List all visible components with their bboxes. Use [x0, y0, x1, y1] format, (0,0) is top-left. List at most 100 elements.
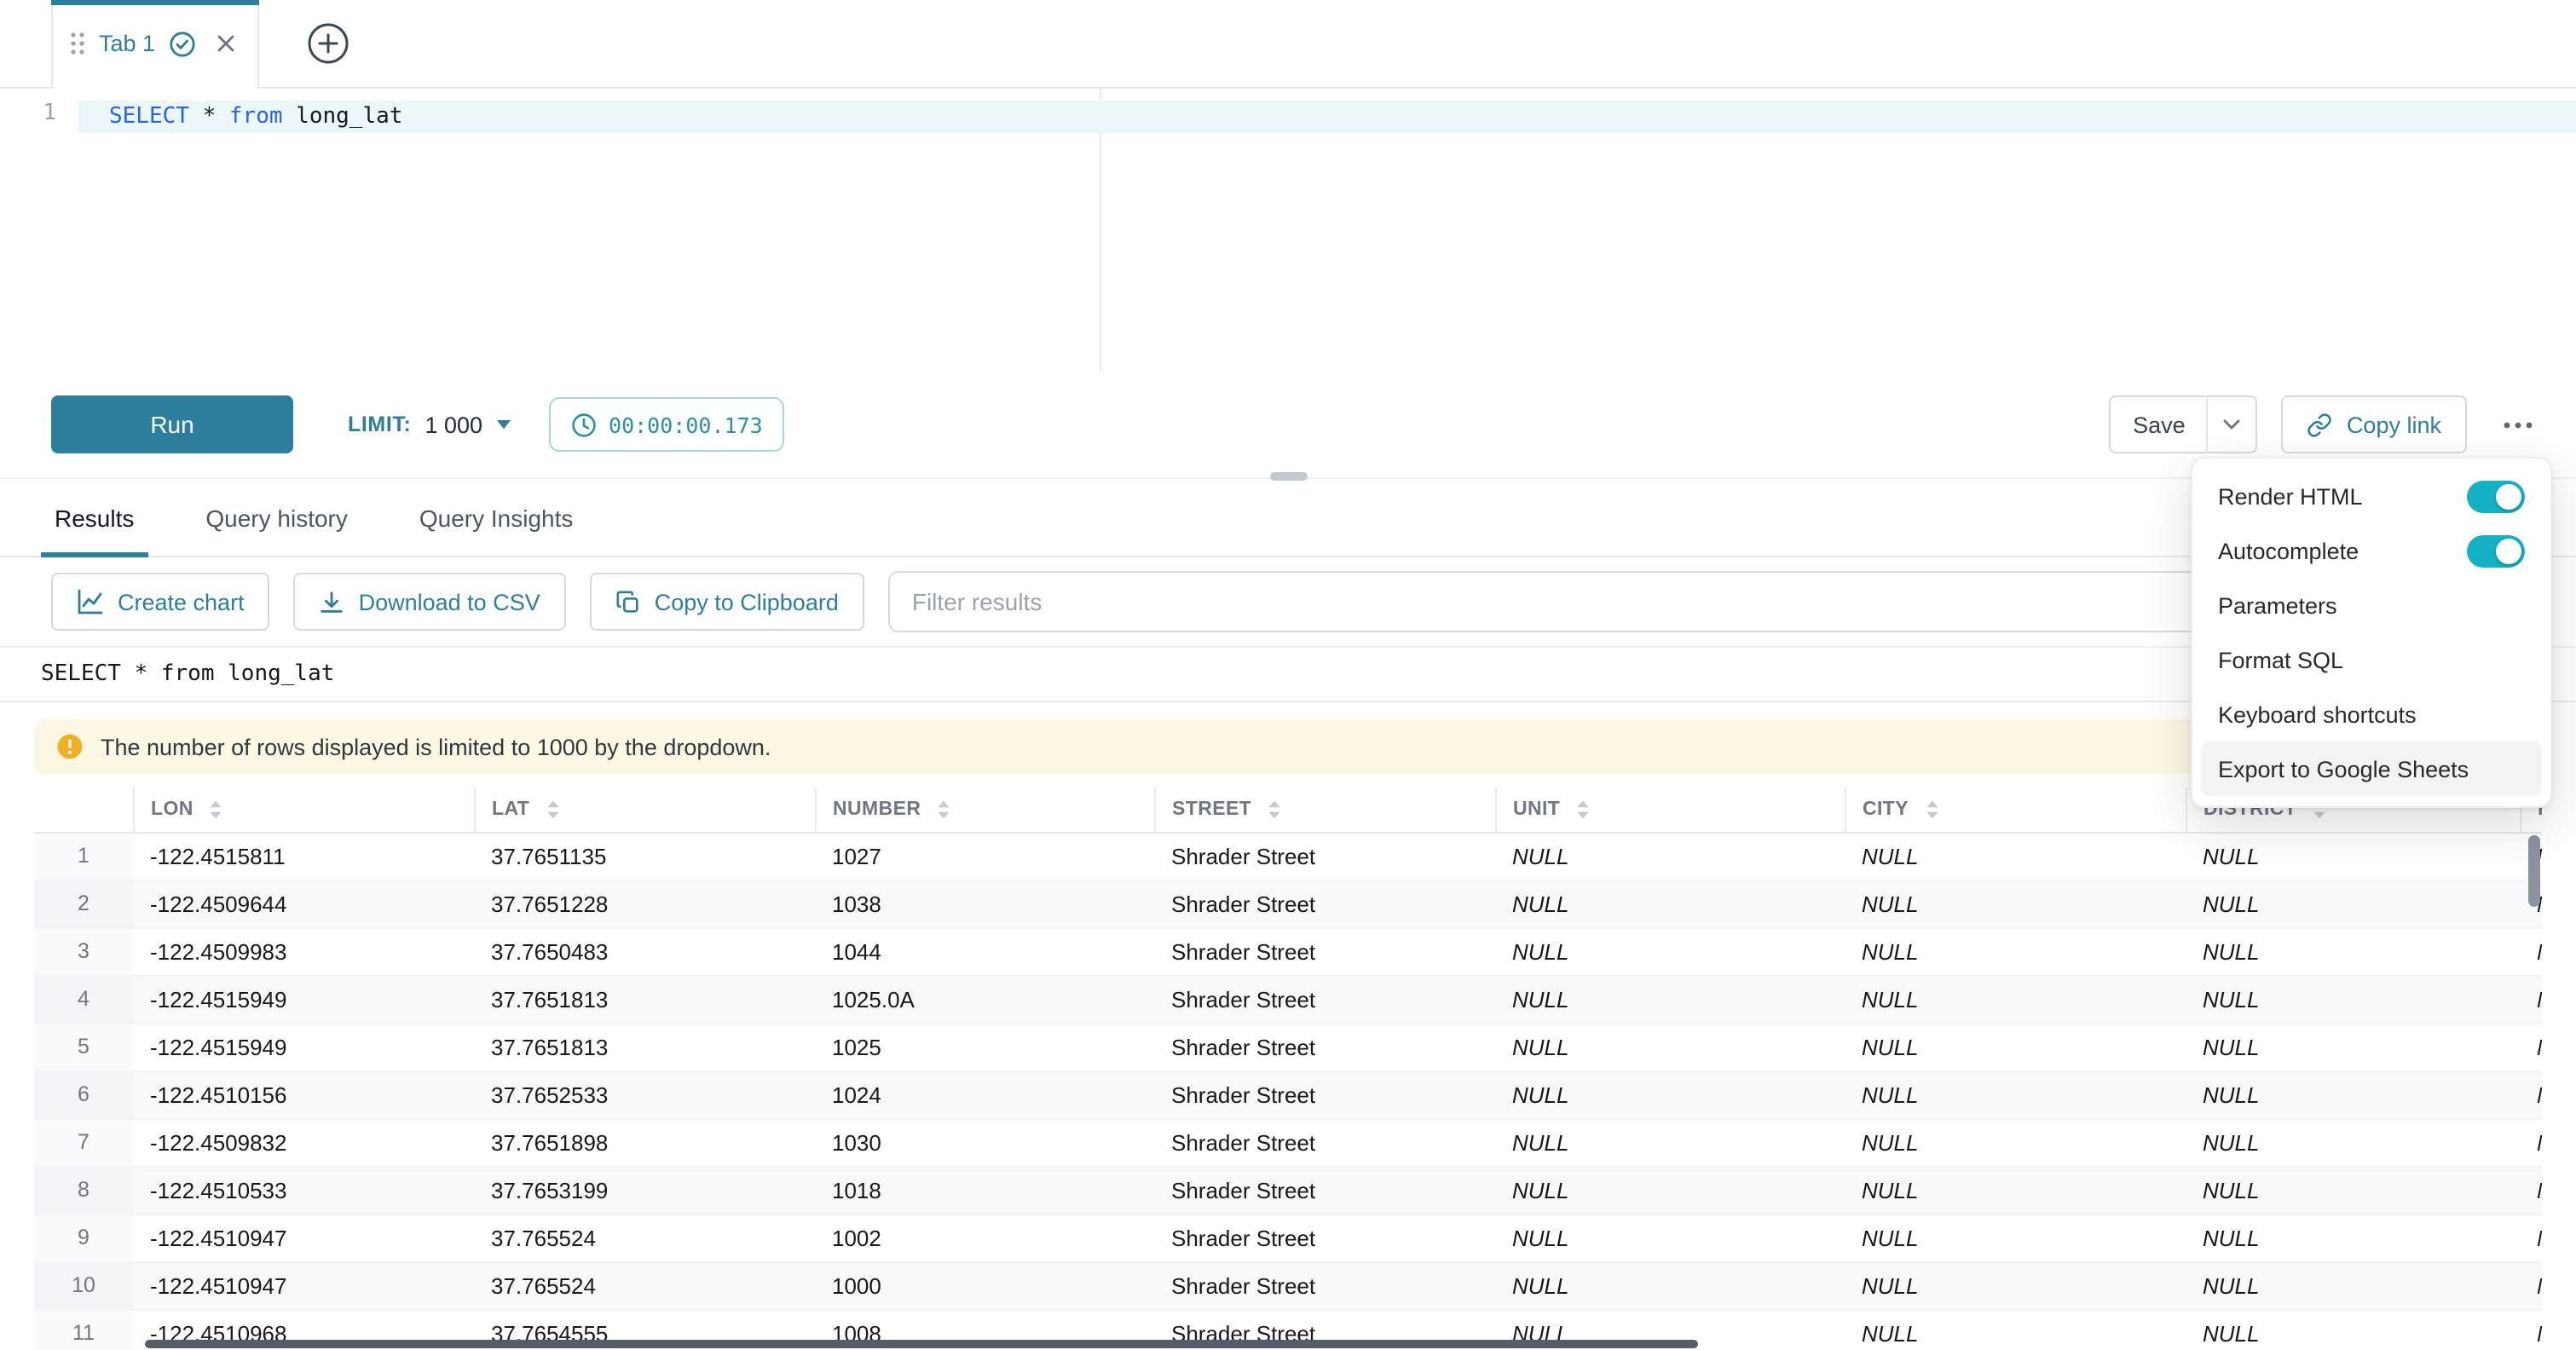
table-cell[interactable]: 37.7651135 — [474, 832, 815, 880]
table-cell[interactable]: 37.7651813 — [474, 975, 815, 1023]
table-cell[interactable]: NULL — [1845, 1166, 2186, 1214]
table-cell[interactable]: Shrader Street — [1154, 927, 1495, 975]
column-header-number[interactable]: NUMBER — [815, 788, 1154, 832]
table-cell[interactable]: Shrader Street — [1154, 975, 1495, 1023]
tab-query-history[interactable]: Query history — [202, 479, 351, 556]
table-cell[interactable]: NULL — [1845, 1261, 2186, 1309]
table-cell[interactable]: NULL — [2186, 1261, 2520, 1309]
editor-active-line[interactable]: SELECT * from long_lat — [78, 101, 2576, 133]
table-cell[interactable]: NULL — [2186, 1070, 2520, 1118]
table-cell[interactable]: Shrader Street — [1154, 832, 1495, 880]
create-chart-button[interactable]: Create chart — [51, 573, 270, 631]
more-options-button[interactable] — [2494, 401, 2542, 448]
column-header-unit[interactable]: UNIT — [1495, 788, 1845, 832]
table-cell[interactable]: Shrader Street — [1154, 880, 1495, 927]
table-cell[interactable]: NULL — [1495, 1118, 1845, 1166]
vertical-scrollbar[interactable] — [2527, 835, 2542, 1350]
autocomplete-toggle[interactable] — [2467, 534, 2525, 567]
table-cell[interactable]: Shrader Street — [1154, 1023, 1495, 1070]
editor-code-area[interactable]: SELECT * from long_lat — [78, 89, 2576, 372]
table-cell[interactable]: NULL — [1495, 880, 1845, 927]
table-cell[interactable]: NULL — [2186, 1214, 2520, 1261]
table-cell[interactable]: NULL — [1495, 1070, 1845, 1118]
vertical-scrollbar-thumb[interactable] — [2528, 835, 2540, 907]
menu-item-parameters[interactable]: Parameters — [2201, 578, 2542, 632]
table-cell[interactable]: Shrader Street — [1154, 1261, 1495, 1309]
table-cell[interactable]: 1027 — [815, 832, 1154, 880]
menu-item-keyboard-shortcuts[interactable]: Keyboard shortcuts — [2201, 687, 2542, 741]
close-tab-icon[interactable] — [217, 34, 235, 53]
table-cell[interactable]: -122.4510533 — [133, 1166, 474, 1214]
table-cell[interactable]: 1000 — [815, 1261, 1154, 1309]
table-cell[interactable]: NULL — [2186, 1023, 2520, 1070]
table-cell[interactable]: 1038 — [815, 880, 1154, 927]
column-header-street[interactable]: STREET — [1154, 788, 1495, 832]
table-cell[interactable]: NULL — [1845, 927, 2186, 975]
table-cell[interactable]: -122.4510947 — [133, 1214, 474, 1261]
table-cell[interactable]: NULL — [1845, 1309, 2186, 1350]
menu-item-format-sql[interactable]: Format SQL — [2201, 632, 2542, 687]
table-cell[interactable]: 37.7650483 — [474, 927, 815, 975]
table-cell[interactable]: 1024 — [815, 1070, 1154, 1118]
table-cell[interactable]: NULL — [1845, 975, 2186, 1023]
table-cell[interactable]: 37.765524 — [474, 1214, 815, 1261]
table-cell[interactable]: NULL — [2186, 975, 2520, 1023]
copy-clipboard-button[interactable]: Copy to Clipboard — [590, 573, 864, 631]
table-cell[interactable]: NULL — [1495, 1023, 1845, 1070]
tab-query-insights[interactable]: Query Insights — [416, 479, 577, 556]
menu-item-autocomplete[interactable]: Autocomplete — [2201, 523, 2542, 578]
table-cell[interactable]: NULL — [1845, 1070, 2186, 1118]
table-cell[interactable]: 37.7652533 — [474, 1070, 815, 1118]
table-cell[interactable]: NULL — [2186, 1166, 2520, 1214]
table-cell[interactable]: NULL — [1845, 1023, 2186, 1070]
table-cell[interactable]: NULL — [1845, 880, 2186, 927]
table-cell[interactable]: NULL — [1495, 975, 1845, 1023]
table-cell[interactable]: 1018 — [815, 1166, 1154, 1214]
table-cell[interactable]: -122.4509644 — [133, 880, 474, 927]
table-cell[interactable]: NULL — [1495, 1214, 1845, 1261]
table-cell[interactable]: NULL — [1495, 832, 1845, 880]
table-cell[interactable]: NULL — [1845, 1214, 2186, 1261]
save-button[interactable]: Save — [2110, 395, 2209, 453]
table-cell[interactable]: NULL — [1845, 1118, 2186, 1166]
copy-link-button[interactable]: Copy link — [2282, 395, 2467, 453]
drag-handle-icon[interactable] — [70, 31, 85, 56]
table-cell[interactable]: Shrader Street — [1154, 1070, 1495, 1118]
menu-item-render-html[interactable]: Render HTML — [2201, 469, 2542, 523]
tab-tab1[interactable]: Tab 1 — [51, 0, 259, 88]
table-cell[interactable]: -122.4515811 — [133, 832, 474, 880]
table-cell[interactable]: NULL — [1845, 832, 2186, 880]
download-csv-button[interactable]: Download to CSV — [294, 573, 566, 631]
save-options-button[interactable] — [2207, 395, 2258, 453]
table-cell[interactable]: NULL — [1495, 927, 1845, 975]
table-cell[interactable]: 37.765524 — [474, 1261, 815, 1309]
table-cell[interactable]: NULL — [2186, 927, 2520, 975]
column-header-lon[interactable]: LON — [133, 788, 474, 832]
table-cell[interactable]: 1025.0A — [815, 975, 1154, 1023]
run-button[interactable]: Run — [51, 395, 293, 453]
sql-editor[interactable]: 1 SELECT * from long_lat — [0, 89, 2576, 372]
table-cell[interactable]: -122.4510947 — [133, 1261, 474, 1309]
table-cell[interactable]: 1002 — [815, 1214, 1154, 1261]
column-header-city[interactable]: CITY — [1845, 788, 2186, 832]
table-cell[interactable]: -122.4515949 — [133, 1023, 474, 1070]
table-cell[interactable]: -122.4509983 — [133, 927, 474, 975]
table-cell[interactable]: 1025 — [815, 1023, 1154, 1070]
table-cell[interactable]: -122.4515949 — [133, 975, 474, 1023]
resize-handle[interactable] — [1269, 472, 1307, 481]
table-cell[interactable]: -122.4510156 — [133, 1070, 474, 1118]
render-html-toggle[interactable] — [2467, 480, 2525, 512]
table-cell[interactable]: NULL — [2186, 1118, 2520, 1166]
table-cell[interactable]: NULL — [1495, 1166, 1845, 1214]
table-cell[interactable]: 37.7653199 — [474, 1166, 815, 1214]
menu-item-export-google-sheets[interactable]: Export to Google Sheets — [2201, 741, 2542, 796]
table-cell[interactable]: 37.7651813 — [474, 1023, 815, 1070]
add-tab-button[interactable] — [307, 22, 349, 65]
table-cell[interactable]: NULL — [1495, 1261, 1845, 1309]
table-cell[interactable]: -122.4509832 — [133, 1118, 474, 1166]
table-cell[interactable]: NULL — [2186, 832, 2520, 880]
column-header-lat[interactable]: LAT — [474, 788, 815, 832]
table-cell[interactable]: NULL — [2186, 880, 2520, 927]
table-cell[interactable]: 37.7651228 — [474, 880, 815, 927]
table-cell[interactable]: NULL — [2186, 1309, 2520, 1350]
